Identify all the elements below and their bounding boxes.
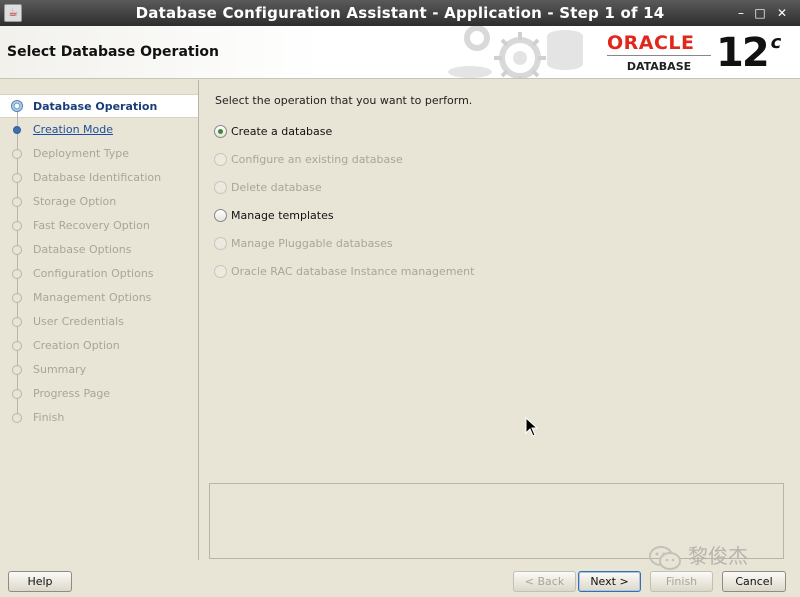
step-node-icon — [12, 341, 22, 351]
option-label[interactable]: Create a database — [231, 125, 332, 138]
option-label: Manage Pluggable databases — [231, 237, 393, 250]
step-configuration-options: Configuration Options — [0, 262, 198, 286]
title-bar: ☕ Database Configuration Assistant - App… — [0, 0, 800, 26]
step-database-operation[interactable]: Database Operation — [0, 94, 198, 118]
wizard-footer: Help < Back Next > Finish Cancel — [0, 560, 800, 597]
step-label: Creation Option — [33, 339, 120, 352]
step-label: Storage Option — [33, 195, 117, 208]
option-label: Oracle RAC database Instance management — [231, 265, 475, 278]
gears-decoration-icon — [448, 26, 583, 78]
step-node-icon — [12, 197, 22, 207]
option-label[interactable]: Manage templates — [231, 209, 334, 222]
step-node-icon — [12, 317, 22, 327]
step-node-icon — [12, 413, 22, 423]
step-label: Database Identification — [33, 171, 162, 184]
step-label: Fast Recovery Option — [33, 219, 150, 232]
step-node-icon — [12, 389, 22, 399]
step-label: Progress Page — [33, 387, 111, 400]
oracle-logo-sub: DATABASE — [626, 60, 692, 73]
step-management-options: Management Options — [0, 286, 198, 310]
version-number: 12 — [716, 30, 770, 76]
window-title: Database Configuration Assistant - Appli… — [135, 4, 665, 22]
close-icon[interactable]: ✕ — [773, 4, 791, 22]
minimize-icon[interactable]: – — [732, 4, 750, 22]
page-title: Select Database Operation — [7, 44, 219, 60]
step-label: Database Options — [33, 243, 132, 256]
step-label[interactable]: Database Operation — [33, 100, 157, 113]
radio-button — [214, 153, 227, 166]
radio-button[interactable] — [214, 125, 227, 138]
option-label: Configure an existing database — [231, 153, 403, 166]
step-fast-recovery-option: Fast Recovery Option — [0, 214, 198, 238]
step-summary: Summary — [0, 358, 198, 382]
main-panel: Select the operation that you want to pe… — [200, 80, 800, 560]
radio-button[interactable] — [214, 209, 227, 222]
step-creation-mode[interactable]: Creation Mode — [0, 118, 198, 142]
step-label: Deployment Type — [33, 147, 130, 160]
mouse-cursor-icon — [525, 417, 539, 437]
back-button[interactable]: < Back — [513, 571, 576, 592]
step-database-options: Database Options — [0, 238, 198, 262]
step-user-credentials: User Credentials — [0, 310, 198, 334]
step-storage-option: Storage Option — [0, 190, 198, 214]
radio-button — [214, 237, 227, 250]
step-label: Management Options — [33, 291, 152, 304]
steps-list: Database Operation Creation Mode Deploymen… — [0, 94, 198, 430]
step-label: User Credentials — [33, 315, 124, 328]
step-node-icon — [11, 100, 23, 112]
maximize-icon[interactable]: □ — [751, 4, 769, 22]
next-button[interactable]: Next > — [578, 571, 641, 592]
step-label: Summary — [33, 363, 87, 376]
step-progress-page: Progress Page — [0, 382, 198, 406]
finish-button[interactable]: Finish — [650, 571, 713, 592]
option-label: Delete database — [231, 181, 322, 194]
version-suffix: c — [770, 31, 782, 53]
step-node-icon — [12, 365, 22, 375]
help-button[interactable]: Help — [8, 571, 72, 592]
oracle-logo-word: ORACLE — [607, 32, 711, 56]
cancel-button[interactable]: Cancel — [722, 571, 786, 592]
step-deployment-type: Deployment Type — [0, 142, 198, 166]
step-creation-option: Creation Option — [0, 334, 198, 358]
step-node-icon — [12, 149, 22, 159]
step-node-icon — [12, 269, 22, 279]
radio-button — [214, 181, 227, 194]
step-node-icon — [12, 293, 22, 303]
wizard-steps-sidebar: Database Operation Creation Mode Deploymen… — [0, 80, 199, 560]
instruction-text: Select the operation that you want to pe… — [215, 94, 473, 107]
step-label: Finish — [33, 411, 65, 424]
step-label: Configuration Options — [33, 267, 154, 280]
step-node-icon — [12, 221, 22, 231]
step-label[interactable]: Creation Mode — [33, 123, 113, 136]
page-header: Select Database Operation ORACLE DATABAS… — [0, 26, 800, 79]
oracle-database-logo: ORACLE DATABASE — [607, 32, 711, 74]
step-node-icon — [12, 245, 22, 255]
step-database-identification: Database Identification — [0, 166, 198, 190]
version-badge: 12 c — [716, 30, 782, 76]
step-node-icon — [12, 173, 22, 183]
radio-button — [214, 265, 227, 278]
step-finish: Finish — [0, 406, 198, 430]
step-node-icon — [13, 126, 21, 134]
